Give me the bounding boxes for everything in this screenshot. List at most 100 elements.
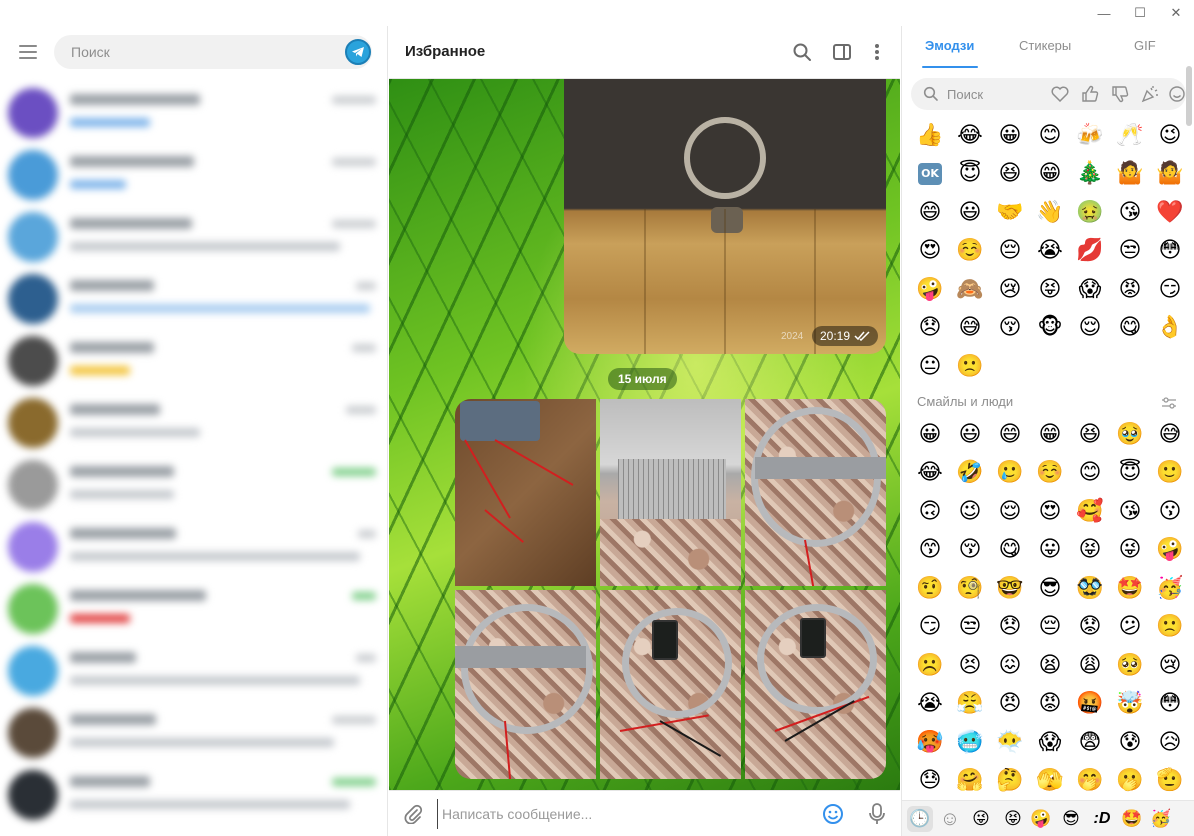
emoji-item[interactable]: 🥵: [910, 723, 950, 762]
emoji-item[interactable]: 😶‍🌫️: [990, 723, 1030, 762]
emoji-search-input[interactable]: [947, 78, 1047, 110]
emoji-item[interactable]: OK: [910, 155, 950, 194]
album-photo[interactable]: [455, 590, 596, 779]
microphone-icon[interactable]: [863, 800, 891, 828]
emoji-item[interactable]: 🍻: [1070, 116, 1110, 155]
album-photo[interactable]: [745, 590, 886, 779]
emoji-item[interactable]: 😒: [950, 608, 990, 647]
emoji-item[interactable]: 😚: [990, 309, 1030, 348]
close-button[interactable]: ✕: [1158, 0, 1194, 26]
chat-title[interactable]: Избранное: [405, 43, 485, 60]
emoji-category-item[interactable]: 🤪: [1028, 806, 1054, 832]
message-input[interactable]: [437, 799, 807, 829]
emoji-item[interactable]: 😏: [1150, 270, 1190, 309]
emoji-item[interactable]: 😇: [1110, 454, 1150, 493]
emoji-item[interactable]: 😒: [1110, 232, 1150, 271]
emoji-item[interactable]: 😅: [1150, 415, 1182, 454]
emoji-item[interactable]: 😆: [1070, 415, 1110, 454]
emoji-item[interactable]: 🤯: [1110, 685, 1150, 724]
emoji-item[interactable]: 😀: [910, 415, 950, 454]
emoji-item[interactable]: 🙂: [1150, 454, 1182, 493]
attach-icon[interactable]: [399, 800, 427, 828]
emoji-item[interactable]: 🤓: [990, 569, 1030, 608]
chat-list-item[interactable]: [0, 764, 387, 826]
emoji-item[interactable]: 😉: [1150, 116, 1190, 155]
emoji-item[interactable]: 😢: [1150, 646, 1182, 685]
emoji-item[interactable]: 🥲: [990, 454, 1030, 493]
emoji-item[interactable]: 😝: [1030, 270, 1070, 309]
party-popper-icon[interactable]: [1140, 84, 1160, 104]
emoji-item[interactable]: 🤪: [910, 270, 950, 309]
emoji-item[interactable]: 😔: [990, 232, 1030, 271]
emoji-item[interactable]: 😕: [1110, 608, 1150, 647]
heart-icon[interactable]: [1050, 84, 1070, 104]
emoji-item[interactable]: 🧐: [950, 569, 990, 608]
emoji-item[interactable]: 😄: [910, 193, 950, 232]
emoji-item[interactable]: 😜: [1110, 531, 1150, 570]
chat-list-item[interactable]: [0, 268, 387, 330]
emoji-item[interactable]: 🙁: [950, 347, 990, 386]
smile-icon[interactable]: [1167, 84, 1187, 104]
album-photo[interactable]: [600, 590, 741, 779]
emoji-item[interactable]: 👋: [1030, 193, 1070, 232]
menu-button[interactable]: [14, 40, 42, 64]
chat-list-item[interactable]: [0, 516, 387, 578]
emoji-item[interactable]: 🤣: [950, 454, 990, 493]
album-photo[interactable]: [600, 399, 741, 586]
emoji-item[interactable]: 🥶: [950, 723, 990, 762]
emoji-item[interactable]: 🙁: [1150, 608, 1182, 647]
emoji-picker-icon[interactable]: [819, 800, 847, 828]
emoji-item[interactable]: 😍: [910, 232, 950, 271]
chat-list-item[interactable]: [0, 392, 387, 454]
recent-category-icon[interactable]: 🕒: [907, 806, 933, 832]
chat-list-item[interactable]: [0, 640, 387, 702]
emoji-item[interactable]: 😉: [950, 492, 990, 531]
emoji-item[interactable]: 🤩: [1110, 569, 1150, 608]
emoji-item[interactable]: 😭: [910, 685, 950, 724]
minimize-button[interactable]: —: [1086, 0, 1122, 26]
thumbs-up-icon[interactable]: [1080, 84, 1100, 104]
emoji-item[interactable]: 🤬: [1070, 685, 1110, 724]
emoji-item[interactable]: 🫣: [1030, 762, 1070, 798]
emoji-item[interactable]: 😗: [1150, 492, 1182, 531]
emoji-category-item[interactable]: 😎: [1058, 806, 1084, 832]
album-photo[interactable]: [455, 399, 596, 586]
tab-stickers[interactable]: Стикеры: [1019, 38, 1071, 53]
emoji-item[interactable]: 🤝: [990, 193, 1030, 232]
thumbs-down-icon[interactable]: [1110, 84, 1130, 104]
emoji-item[interactable]: 😚: [950, 531, 990, 570]
emoji-item[interactable]: 😃: [950, 193, 990, 232]
emoji-item[interactable]: 🐵: [1030, 309, 1070, 348]
emoji-item[interactable]: ☹️: [910, 646, 950, 685]
emoji-item[interactable]: 😫: [1030, 646, 1070, 685]
emoji-item[interactable]: 😂: [910, 454, 950, 493]
emoji-item[interactable]: 🤗: [950, 762, 990, 798]
emoji-item[interactable]: 😓: [910, 762, 950, 798]
photo-message[interactable]: 2024 20:19: [564, 79, 886, 354]
emoji-item[interactable]: 😊: [1070, 454, 1110, 493]
emoji-item[interactable]: 😊: [1030, 116, 1070, 155]
emoji-item[interactable]: 😥: [1150, 723, 1182, 762]
emoji-item[interactable]: 😌: [1070, 309, 1110, 348]
emoji-item[interactable]: 😍: [1030, 492, 1070, 531]
emoji-item[interactable]: 😐: [910, 347, 950, 386]
search-icon[interactable]: [789, 39, 815, 65]
emoji-item[interactable]: 😳: [1150, 685, 1182, 724]
emoji-item[interactable]: 🙃: [910, 492, 950, 531]
emoji-item[interactable]: 😱: [1030, 723, 1070, 762]
emoji-item[interactable]: 🫢: [1110, 762, 1150, 798]
emoji-item[interactable]: 😩: [1070, 646, 1110, 685]
maximize-button[interactable]: ☐: [1122, 0, 1158, 26]
emoji-item[interactable]: 😎: [1030, 569, 1070, 608]
emoji-category-item[interactable]: 😜: [968, 806, 994, 832]
tab-emoji[interactable]: Эмодзи: [925, 38, 974, 53]
emoji-item[interactable]: 🤷: [1150, 155, 1190, 194]
more-options-icon[interactable]: [864, 39, 890, 65]
emoji-item[interactable]: 😋: [1110, 309, 1150, 348]
chat-list-item[interactable]: [0, 206, 387, 268]
emoji-item[interactable]: 🙈: [950, 270, 990, 309]
emoji-item[interactable]: 😘: [1110, 193, 1150, 232]
emoji-item[interactable]: 🥂: [1110, 116, 1150, 155]
emoji-item[interactable]: 😖: [990, 646, 1030, 685]
sidebar-toggle-icon[interactable]: [829, 39, 855, 65]
